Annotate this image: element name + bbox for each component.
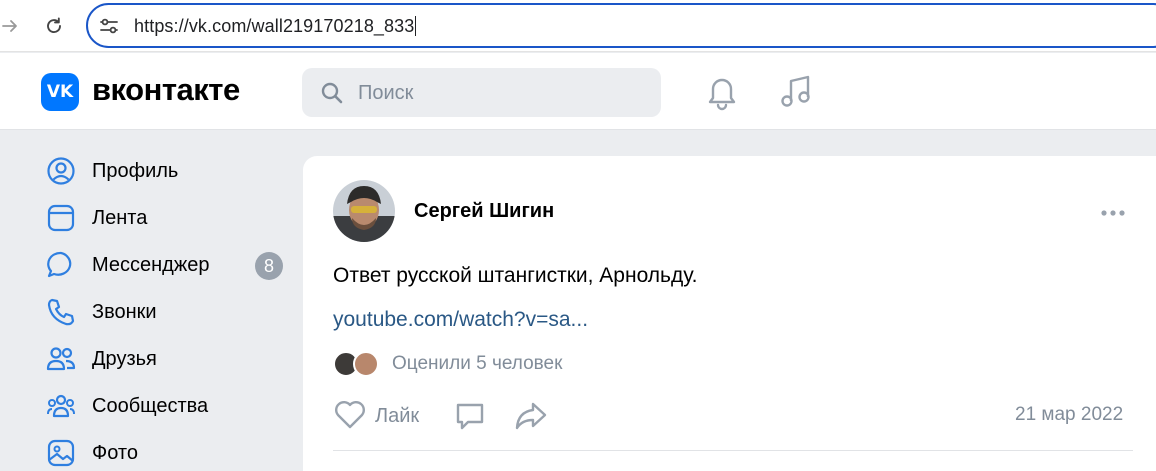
vk-header: VK вконтакте Поиск [0, 53, 1156, 130]
forward-arrow-icon[interactable] [0, 12, 24, 40]
profile-icon [44, 154, 78, 188]
url-text[interactable]: https://vk.com/wall219170218_833 [134, 16, 417, 37]
sidebar-item-photos[interactable]: Фото [44, 433, 294, 471]
unread-count-badge: 8 [255, 252, 283, 280]
more-options-icon[interactable] [1099, 206, 1129, 218]
sidebar-item-label: Лента [92, 206, 148, 229]
sidebar-item-news[interactable]: Лента [44, 198, 294, 238]
sidebar-item-communities[interactable]: Сообщества [44, 386, 294, 426]
vk-wordmark[interactable]: вконтакте [92, 72, 240, 108]
communities-icon [44, 389, 78, 423]
sidebar-item-label: Друзья [92, 347, 157, 370]
sidebar-item-profile[interactable]: Профиль [44, 151, 294, 191]
like-label: Лайк [375, 404, 420, 427]
photo-icon [44, 436, 78, 470]
sidebar-item-calls[interactable]: Звонки [44, 292, 294, 332]
search-input[interactable]: Поиск [302, 68, 661, 117]
author-avatar[interactable] [333, 180, 395, 242]
url-value: https://vk.com/wall219170218_833 [134, 16, 415, 36]
post-date[interactable]: 21 мар 2022 [1015, 404, 1123, 426]
sidebar-item-label: Звонки [92, 300, 157, 323]
site-info-icon[interactable] [98, 16, 120, 36]
liker-avatar [353, 351, 379, 377]
messenger-icon [44, 248, 78, 282]
search-placeholder: Поиск [358, 82, 414, 104]
news-icon [44, 201, 78, 235]
sidebar-item-label: Мессенджер [92, 253, 210, 276]
search-icon [320, 81, 344, 105]
sidebar-item-friends[interactable]: Друзья [44, 339, 294, 379]
post-text: Ответ русской штангистки, Арнольду. [333, 264, 698, 287]
wall-post: Сергей Шигин Ответ русской штангистки, А… [303, 156, 1156, 471]
heart-icon [333, 398, 367, 435]
author-name[interactable]: Сергей Шигин [414, 200, 554, 223]
sidebar-item-label: Сообщества [92, 394, 209, 417]
like-button[interactable]: Лайк [333, 399, 419, 433]
share-icon[interactable] [513, 399, 549, 433]
friends-icon [44, 342, 78, 376]
vk-logo-icon[interactable]: VK [41, 73, 79, 111]
comment-icon[interactable] [453, 399, 487, 433]
sidebar-item-label: Профиль [92, 159, 179, 182]
address-bar[interactable]: https://vk.com/wall219170218_833 [86, 3, 1156, 48]
post-link[interactable]: youtube.com/watch?v=sa... [333, 308, 588, 332]
phone-icon [44, 295, 78, 329]
browser-toolbar: https://vk.com/wall219170218_833 [0, 0, 1156, 52]
likers-avatars[interactable] [333, 351, 383, 377]
sidebar-item-label: Фото [92, 441, 138, 464]
reload-icon[interactable] [40, 12, 68, 40]
vk-logo-letters: VK [46, 82, 74, 102]
likes-summary[interactable]: Оценили 5 человек [392, 353, 562, 375]
text-caret [415, 16, 417, 36]
sidebar-item-messenger[interactable]: Мессенджер 8 [44, 245, 294, 285]
left-sidebar: Профиль Лента Мессенджер 8 Звонки Друзья… [0, 131, 300, 471]
music-icon[interactable] [778, 72, 814, 112]
notifications-bell-icon[interactable] [704, 72, 740, 112]
divider [333, 450, 1133, 451]
